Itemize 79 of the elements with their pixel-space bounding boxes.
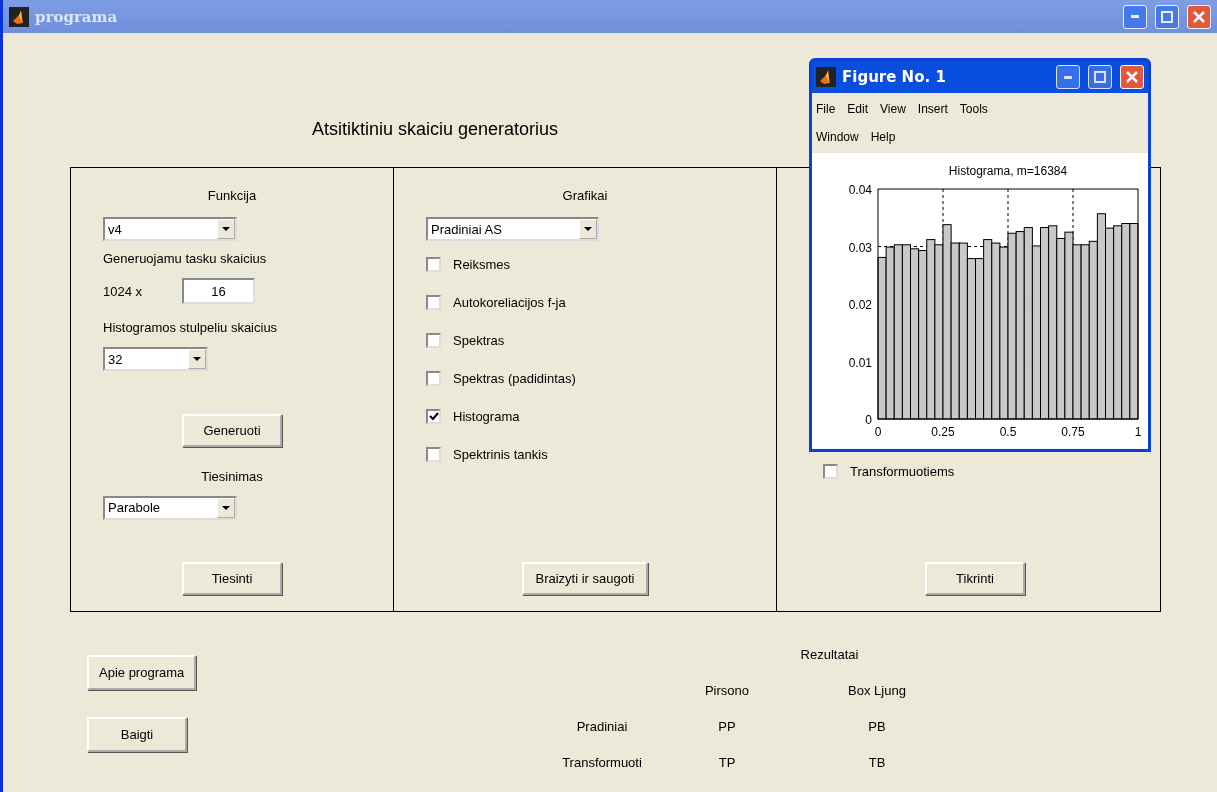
side-button[interactable]: Baigti [87,717,187,752]
panel-title: Grafikai [562,188,608,203]
column-header: Pirsono [704,682,750,698]
field-label: Generuojamu tasku skaicius [103,251,267,266]
result-value: TB [868,754,886,770]
maximize-button[interactable] [1088,65,1112,89]
axis-tick-label: 0 [865,413,872,427]
window-title: Figure No. 1 [842,68,946,86]
minimize-icon [1064,75,1072,79]
maximize-icon [1094,71,1106,83]
axis-tick-label: 0.04 [848,183,872,197]
axis-tick-label: 0.03 [848,240,872,255]
close-button[interactable] [1120,65,1144,89]
menu-item[interactable]: Help [870,130,896,144]
minimize-icon [1131,15,1139,18]
axis-tick-label: 0 [874,425,882,439]
checkbox-label: Spektras [453,332,505,348]
side-button[interactable]: Apie programa [87,655,197,690]
app-logo-icon [9,6,29,27]
result-value: PP [718,718,736,734]
menu-item[interactable]: File [816,102,836,116]
close-icon [1193,10,1205,23]
panel-title: Funkcija [207,188,257,203]
dropdown-arrow-icon [222,227,230,231]
dropdown-arrow-icon [193,357,201,361]
action-button[interactable]: Braizyti ir saugoti [521,562,649,595]
menu-item[interactable]: Window [816,130,859,144]
column-header: Box Ljung [848,682,906,698]
checkbox-label: Transformuotiems [850,463,955,479]
checkbox-label: Autokoreliacijos f-ja [453,294,566,310]
menu-item[interactable]: View [880,102,906,116]
checkbox-label: Reiksmes [453,256,511,272]
dropdown[interactable]: v4 [103,217,237,241]
axis-tick-label: 0.02 [848,298,872,312]
row-label: Transformuoti [562,754,642,770]
close-icon [1126,71,1138,83]
checkbox-label: Histograma [453,408,520,424]
menu-item[interactable]: Tools [959,102,988,116]
result-value: TP [718,754,736,770]
action-button[interactable]: Tiesinti [182,562,282,595]
row-label: Pradiniai [576,718,628,734]
dropdown[interactable]: Parabole [103,495,237,520]
menu-item[interactable]: Edit [847,102,869,116]
action-button[interactable]: Tikrinti [925,562,1025,595]
checkbox[interactable] [426,370,441,386]
field-label: Histogramos stulpeliu skaicius [103,320,278,335]
result-value: PB [868,718,886,734]
dropdown-arrow-icon [222,505,230,510]
maximize-button[interactable] [1155,4,1179,29]
checkbox[interactable] [426,256,441,272]
results-title: Rezultatai [800,646,859,662]
minimize-button[interactable] [1123,4,1147,29]
axis-tick-label: 0.75 [1061,425,1085,439]
checkbox[interactable] [426,446,441,462]
axis-tick-label: 0.5 [999,425,1017,439]
dropdown-arrow-icon [584,227,592,231]
checkbox[interactable] [823,463,838,479]
maximize-icon [1161,10,1173,23]
dropdown[interactable]: Pradiniai AS [426,217,599,241]
axis-tick-label: 0.01 [848,355,872,370]
section-title: Tiesinimas [201,468,263,484]
checkbox-label: Spektrinis tankis [453,446,548,462]
close-button[interactable] [1187,4,1211,29]
checkbox[interactable] [426,294,441,310]
checkbox-label: Spektras (padidintas) [453,370,576,386]
action-button[interactable]: Generuoti [182,413,282,447]
checkbox[interactable] [426,408,441,424]
multiplier-label: 1024 x [103,283,143,299]
input-field[interactable]: 16 [182,278,256,304]
axis-tick-label: 1 [1134,425,1142,439]
chart-title: Histograma, m=16384 [948,164,1068,178]
app-logo-icon [816,67,836,87]
menu-item[interactable]: Insert [917,102,948,116]
minimize-button[interactable] [1056,65,1080,89]
window-title: programa [35,7,118,26]
page-heading: Atsitiktiniu skaiciu generatorius [310,119,560,141]
axis-tick-label: 0.25 [931,425,955,439]
dropdown[interactable]: 32 [103,347,208,371]
checkbox[interactable] [426,332,441,348]
